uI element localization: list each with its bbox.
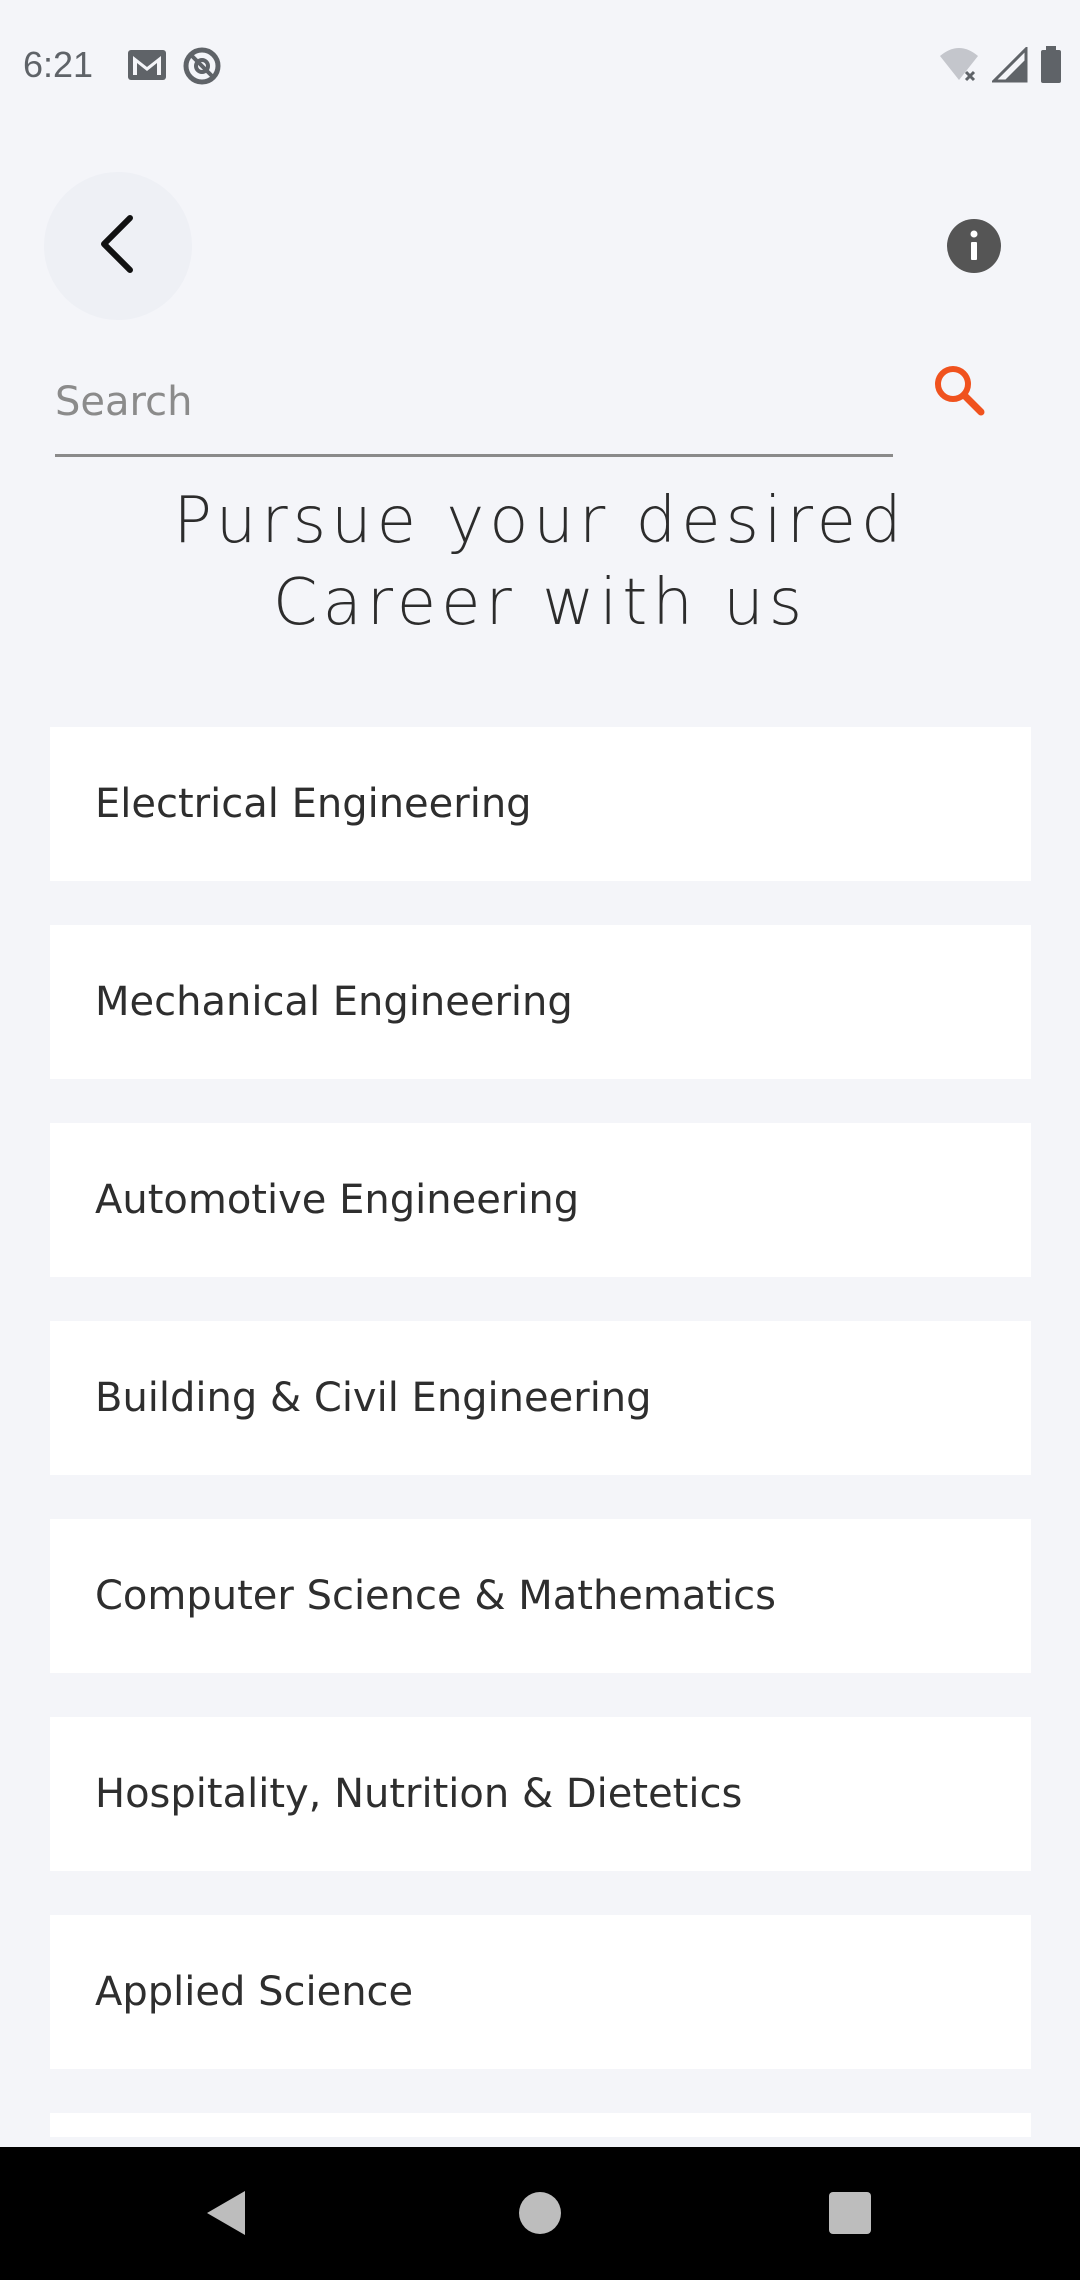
search-input[interactable]	[55, 350, 893, 457]
career-item-label: Mechanical Engineering	[95, 979, 573, 1025]
chevron-left-icon	[94, 214, 142, 278]
career-item-label: Building & Civil Engineering	[95, 1375, 652, 1421]
status-time: 6:21	[23, 44, 94, 85]
notification-icons	[126, 46, 222, 90]
career-item-electrical-engineering[interactable]: Electrical Engineering	[50, 727, 1031, 881]
status-bar: 6:21	[0, 0, 1080, 135]
career-item-computer-science-mathematics[interactable]: Computer Science & Mathematics	[50, 1519, 1031, 1673]
career-item-applied-science[interactable]: Applied Science	[50, 1915, 1031, 2069]
nav-recents-icon[interactable]	[829, 2192, 871, 2234]
info-icon	[946, 218, 1002, 278]
career-item-building-civil-engineering[interactable]: Building & Civil Engineering	[50, 1321, 1031, 1475]
info-button[interactable]	[946, 218, 1002, 278]
nav-back-icon[interactable]	[205, 2189, 247, 2241]
wifi-off-icon	[938, 46, 980, 88]
system-nav-bar	[0, 2147, 1080, 2280]
career-item-label: Hospitality, Nutrition & Dietetics	[95, 1771, 743, 1817]
career-item-label: Electrical Engineering	[95, 781, 532, 827]
search-row	[55, 350, 895, 458]
search-button[interactable]	[929, 362, 989, 422]
career-item-hospitality-nutrition-dietetics[interactable]: Hospitality, Nutrition & Dietetics	[50, 1717, 1031, 1871]
signal-icon	[990, 45, 1028, 87]
career-item-label: Applied Science	[95, 1969, 414, 2015]
career-item-automotive-engineering[interactable]: Automotive Engineering	[50, 1123, 1031, 1277]
career-item-partial[interactable]	[50, 2113, 1031, 2137]
gmail-icon	[126, 46, 168, 90]
career-item-mechanical-engineering[interactable]: Mechanical Engineering	[50, 925, 1031, 1079]
career-item-label: Computer Science & Mathematics	[95, 1573, 777, 1619]
search-icon	[931, 362, 987, 422]
battery-icon	[1040, 46, 1062, 88]
page-title: Pursue your desired Career with us	[173, 484, 907, 640]
career-list: Electrical Engineering Mechanical Engine…	[50, 727, 1031, 2137]
career-item-label: Automotive Engineering	[95, 1177, 580, 1223]
nav-home-icon[interactable]	[519, 2192, 561, 2234]
at-sign-icon	[182, 46, 222, 90]
system-icons	[938, 45, 1062, 88]
back-button[interactable]	[44, 172, 192, 320]
